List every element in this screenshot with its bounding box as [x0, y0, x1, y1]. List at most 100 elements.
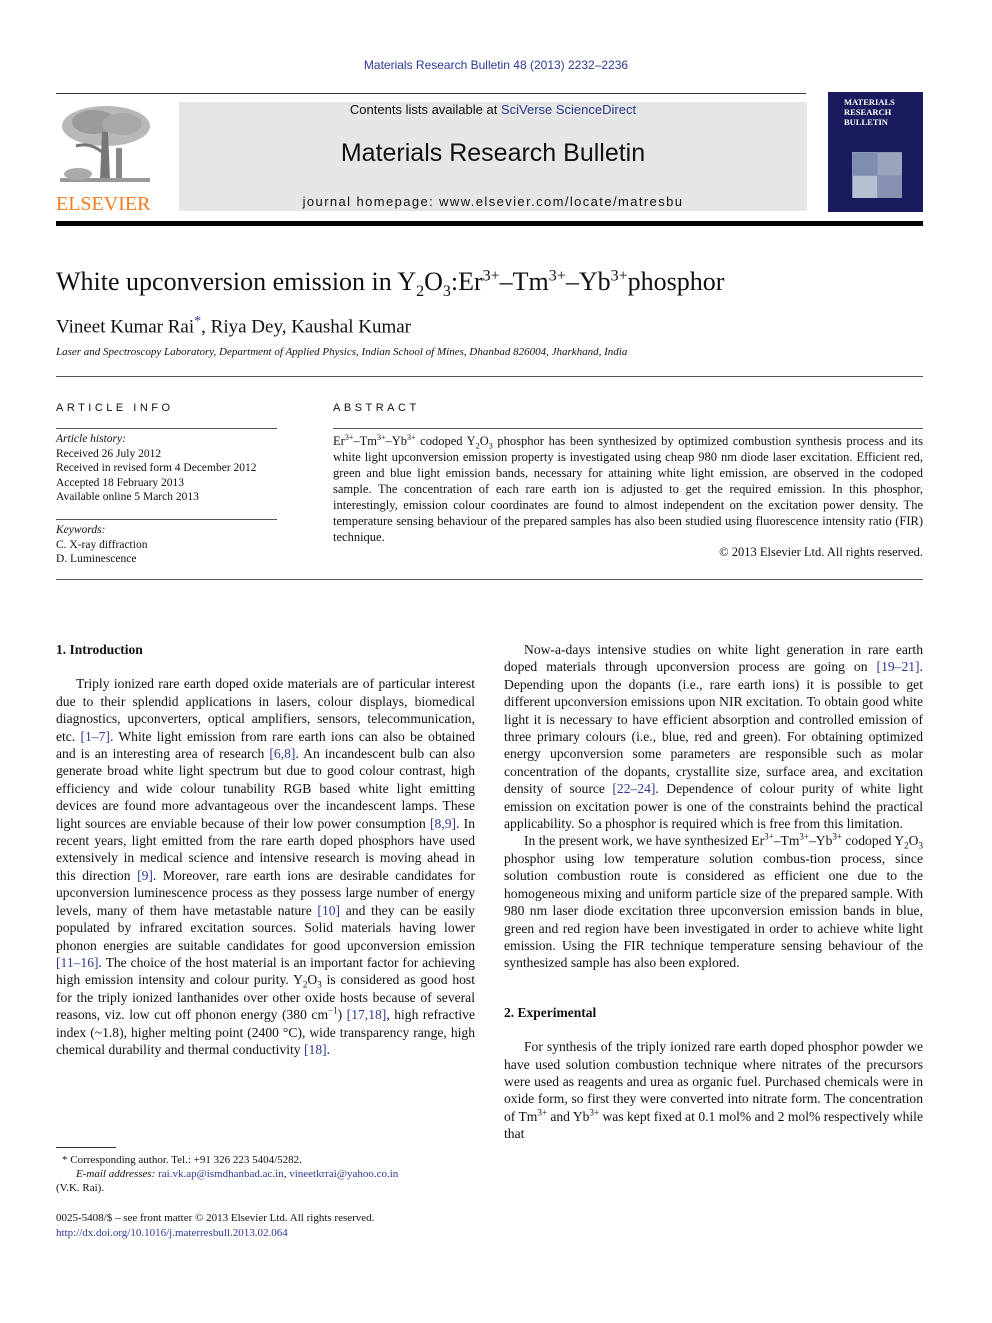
- article-title: White upconversion emission in Y2O3:Er3+…: [56, 267, 724, 301]
- abstract-text: O: [479, 434, 489, 448]
- title-text: :Er: [450, 267, 483, 296]
- history-item: Received in revised form 4 December 2012: [56, 462, 257, 474]
- title-sup: 3+: [548, 267, 566, 285]
- issn-line: 0025-5408/$ – see front matter © 2013 El…: [56, 1212, 375, 1224]
- email-addresses: E-mail addresses: rai.vk.ap@ismdhanbad.a…: [76, 1167, 398, 1182]
- citation-link[interactable]: [11–16]: [56, 955, 99, 970]
- body-text: O: [307, 972, 318, 988]
- journal-citation[interactable]: Materials Research Bulletin 48 (2013) 22…: [0, 58, 992, 72]
- history-item: Received 26 July 2012: [56, 447, 162, 460]
- author-names: , Riya Dey, Kaushal Kumar: [201, 316, 411, 338]
- cover-title-line: BULLETIN: [844, 117, 888, 127]
- body-text: ): [337, 1007, 347, 1023]
- title-divider: [56, 376, 923, 377]
- header-thick-rule: [56, 221, 923, 226]
- abstract-text: Er: [333, 434, 345, 448]
- body-sub: 3: [918, 841, 924, 852]
- body-sup: 3+: [537, 1107, 547, 1118]
- intro-paragraph-3: In the present work, we have synthesized…: [504, 832, 923, 971]
- elsevier-tree-icon: [56, 102, 154, 186]
- doi-link[interactable]: http://dx.doi.org/10.1016/j.materresbull…: [56, 1226, 288, 1241]
- right-column: Now-a-days intensive studies on white li…: [504, 641, 923, 1143]
- title-sup: 3+: [482, 267, 500, 285]
- abstract-divider: [56, 579, 923, 580]
- title-text: –Yb: [565, 267, 611, 296]
- citation-link[interactable]: [19–21]: [877, 659, 920, 674]
- body-sup: 3+: [764, 831, 774, 842]
- abstract-copyright: © 2013 Elsevier Ltd. All rights reserved…: [719, 545, 923, 559]
- body-text: –Tm: [773, 833, 800, 849]
- citation-link[interactable]: [18]: [304, 1042, 327, 1057]
- title-text: White upconversion emission in Y: [56, 267, 417, 296]
- body-text: O: [908, 833, 919, 849]
- keyword-item: C. X-ray diffraction: [56, 538, 148, 551]
- title-text: O: [424, 267, 443, 296]
- citation-link[interactable]: [1–7]: [80, 729, 109, 744]
- elsevier-wordmark: ELSEVIER: [56, 193, 151, 215]
- keywords: Keywords: C. X-ray diffraction D. Lumine…: [56, 523, 147, 567]
- journal-homepage[interactable]: journal homepage: www.elsevier.com/locat…: [179, 194, 807, 209]
- abstract-text: –Yb: [385, 434, 407, 448]
- intro-paragraph-2: Now-a-days intensive studies on white li…: [504, 641, 923, 832]
- body-text: phosphor using low temperature solution …: [504, 850, 923, 971]
- intro-paragraph-1: Triply ionized rare earth doped oxide ma…: [56, 675, 475, 1058]
- article-history: Article history: Received 26 July 2012 R…: [56, 432, 257, 505]
- section-heading-experimental: 2. Experimental: [504, 1004, 597, 1020]
- citation-link[interactable]: [9]: [137, 868, 153, 883]
- author-name: Vineet Kumar Rai: [56, 316, 195, 338]
- title-sup: 3+: [610, 267, 628, 285]
- elsevier-logo[interactable]: ELSEVIER: [56, 102, 158, 215]
- abstract-text: phosphor has been synthesized by optimiz…: [333, 434, 923, 544]
- title-text: –Tm: [499, 267, 549, 296]
- sciencedirect-link[interactable]: SciVerse ScienceDirect: [501, 102, 636, 117]
- cover-title-line: MATERIALS: [844, 97, 895, 107]
- abstract-rule: [333, 428, 923, 429]
- citation-link[interactable]: [6,8]: [269, 746, 295, 761]
- abstract-body: Er3+–Tm3+–Yb3+ codoped Y2O3 phosphor has…: [333, 433, 923, 545]
- body-text: Now-a-days intensive studies on white li…: [504, 642, 923, 675]
- keywords-label: Keywords:: [56, 524, 106, 536]
- title-sub: 2: [416, 283, 425, 301]
- title-text: phosphor: [627, 267, 725, 296]
- header-top-rule: [56, 93, 806, 94]
- author-list: Vineet Kumar Rai*, Riya Dey, Kaushal Kum…: [56, 314, 411, 338]
- abstract-text: –Tm: [353, 434, 377, 448]
- contents-line: Contents lists available at SciVerse Sci…: [179, 102, 807, 117]
- citation-link[interactable]: [10]: [317, 903, 340, 918]
- history-item: Available online 5 March 2013: [56, 491, 199, 503]
- history-label: Article history:: [56, 433, 126, 445]
- citation-link[interactable]: [22–24]: [612, 781, 655, 796]
- journal-title: Materials Research Bulletin: [340, 139, 646, 167]
- email-link[interactable]: rai.vk.ap@ismdhanbad.ac.in: [158, 1168, 284, 1180]
- section-heading-introduction: 1. Introduction: [56, 642, 143, 657]
- journal-cover-thumbnail[interactable]: MATERIALS RESEARCH BULLETIN: [828, 92, 923, 212]
- history-item: Accepted 18 February 2013: [56, 476, 185, 489]
- article-info-heading: ARTICLE INFO: [56, 402, 174, 414]
- footnote-rule: [56, 1147, 116, 1148]
- body-sup: −1: [328, 1005, 338, 1016]
- email-label: E-mail addresses:: [76, 1168, 159, 1180]
- keywords-rule: [56, 519, 277, 520]
- body-sup: 3+: [832, 831, 842, 842]
- citation-link[interactable]: [8,9]: [430, 816, 456, 831]
- body-sup: 3+: [589, 1107, 600, 1118]
- abstract-text: codoped Y: [415, 434, 476, 448]
- body-text: –Yb: [808, 833, 833, 849]
- body-text: .: [326, 1041, 331, 1057]
- body-text: codoped Y: [841, 833, 905, 849]
- contents-prefix: Contents lists available at: [349, 102, 501, 117]
- abstract-heading: ABSTRACT: [333, 402, 420, 414]
- corresponding-author-note: * Corresponding author. Tel.: +91 326 22…: [62, 1154, 302, 1166]
- citation-link[interactable]: [17,18]: [347, 1007, 387, 1022]
- article-info-rule: [56, 428, 277, 429]
- experimental-paragraph-1: For synthesis of the triply ionized rare…: [504, 1038, 923, 1142]
- body-text: . Depending upon the dopants (i.e., rare…: [504, 659, 923, 797]
- keyword-item: D. Luminescence: [56, 553, 137, 565]
- cover-image: [852, 152, 902, 198]
- cover-title: MATERIALS RESEARCH BULLETIN: [844, 97, 895, 127]
- title-sub: 3: [442, 283, 451, 301]
- left-column: 1. Introduction Triply ionized rare eart…: [56, 641, 475, 1058]
- affiliation: Laser and Spectroscopy Laboratory, Depar…: [56, 346, 628, 358]
- email-link[interactable]: vineetkrrai@yahoo.co.in: [289, 1168, 398, 1180]
- abstract-sup: 3+: [406, 432, 416, 442]
